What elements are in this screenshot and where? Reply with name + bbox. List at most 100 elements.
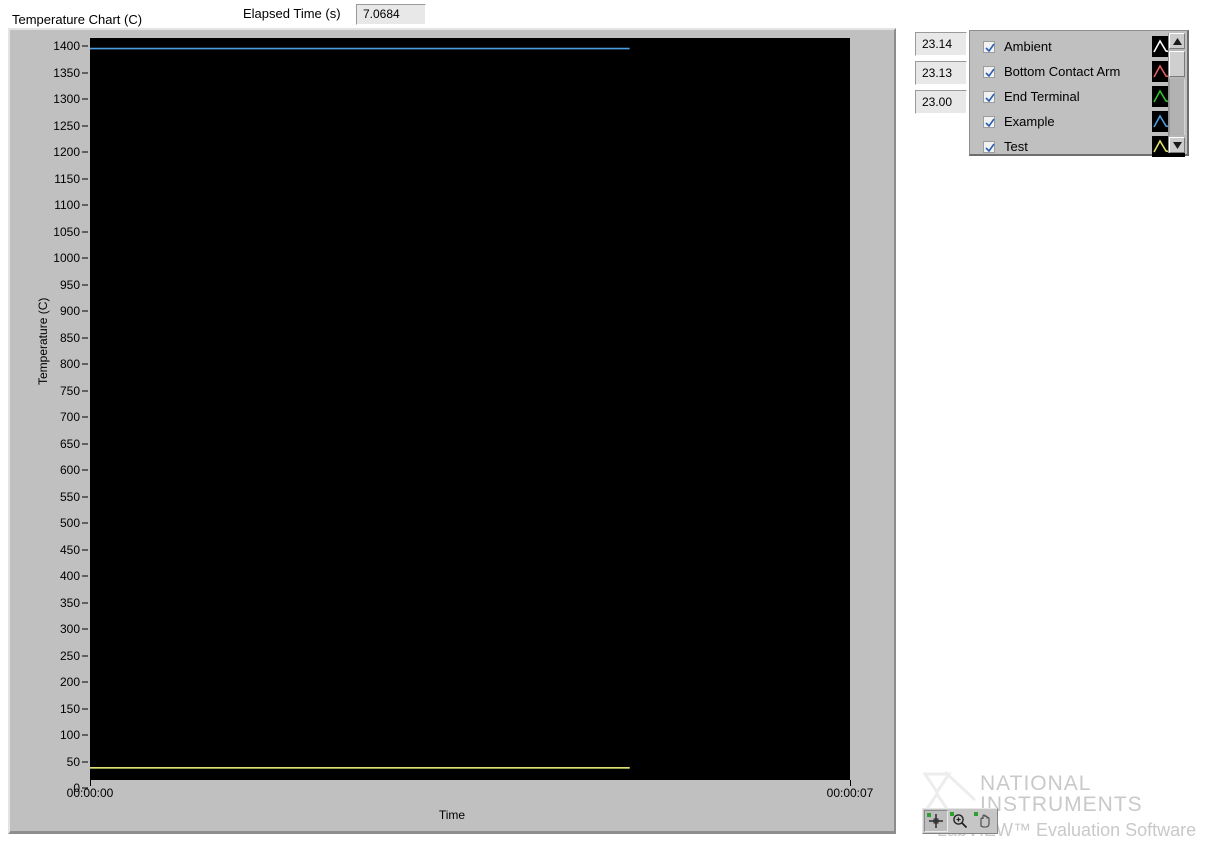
legend-scrollbar[interactable] [1168, 33, 1185, 153]
y-axis-tick-label: 1350 [53, 65, 80, 80]
watermark-line-2: INSTRUMENTS [980, 793, 1143, 816]
check-icon [985, 93, 995, 102]
y-axis-tick-mark [82, 761, 88, 762]
check-icon [985, 43, 995, 52]
y-axis-title: Temperature (C) [36, 297, 50, 385]
y-axis-tick-mark [82, 45, 88, 47]
plot-legend[interactable]: Ambient Bottom Contact Arm End Terminal Exa… [969, 30, 1189, 159]
y-axis-tick-mark [82, 337, 88, 338]
legend-item-ambient[interactable]: Ambient [973, 34, 1187, 59]
legend-visibility-checkbox[interactable] [983, 65, 995, 78]
x-axis-title: Time [438, 808, 466, 822]
x-axis-tick-mark [90, 780, 91, 786]
elapsed-time-label: Elapsed Time (s) [243, 6, 341, 21]
check-icon [985, 68, 995, 77]
y-axis-tick-label: 1250 [53, 118, 80, 133]
indicator-1[interactable]: 23.14 [915, 32, 967, 56]
y-axis-tick-mark [82, 363, 88, 365]
y-axis-tick-label: 800 [59, 357, 80, 371]
y-axis-tick-mark [82, 284, 88, 285]
check-icon [985, 118, 995, 127]
y-axis-tick-label: 150 [59, 701, 80, 716]
legend-item-label: Example [1004, 114, 1055, 129]
plot-canvas[interactable] [90, 38, 850, 780]
y-axis-tick-label: 300 [59, 622, 80, 636]
y-axis-tick-mark [82, 257, 88, 259]
y-axis-tick-label: 1100 [54, 198, 80, 212]
y-axis-tick-label: 450 [59, 542, 80, 557]
panel-divider [10, 831, 894, 832]
indicator-2[interactable]: 23.13 [915, 61, 967, 85]
y-axis-tick-mark [82, 443, 88, 444]
magnifier-icon [953, 814, 968, 829]
y-axis-tick-label: 950 [59, 277, 80, 292]
y-axis-tick-mark [82, 231, 88, 232]
y-axis-tick-mark [82, 734, 88, 736]
y-axis-tick-label: 600 [59, 463, 80, 477]
y-axis-tick-mark [82, 681, 88, 683]
y-axis-tick-label: 1400 [53, 39, 80, 53]
y-axis-tick-mark [82, 310, 88, 312]
temperature-chart[interactable]: 1400 1350 1300 1250 1200 1150 1100 1050 1000 950 9… [8, 28, 896, 834]
y-axis-tick-label: 200 [59, 675, 80, 689]
tool-active-dot [974, 812, 978, 816]
legend-visibility-checkbox[interactable] [983, 40, 995, 53]
y-axis-tick-mark [82, 708, 88, 709]
scroll-down-button[interactable] [1169, 137, 1185, 153]
watermark-line-1: NATIONAL [980, 772, 1092, 795]
y-axis-tick-mark [82, 98, 88, 100]
y-axis-tick-mark [82, 496, 88, 497]
y-axis-tick-mark [82, 151, 88, 153]
y-axis-tick-label: 1050 [53, 224, 80, 239]
x-axis-tick-mark [850, 780, 851, 786]
legend-item-label: Bottom Contact Arm [1004, 64, 1121, 79]
y-axis-tick-label: 700 [59, 410, 80, 424]
y-axis-tick-mark [82, 575, 88, 577]
legend-visibility-checkbox[interactable] [983, 90, 995, 103]
elapsed-time-indicator[interactable]: 7.0684 [356, 4, 426, 25]
y-axis-tick-mark [82, 416, 88, 418]
y-axis-tick-mark [82, 204, 88, 206]
y-axis-tick-mark [82, 72, 88, 73]
labview-front-panel: Temperature Chart (C) Elapsed Time (s) 7… [0, 0, 1214, 846]
y-axis-tick-mark [82, 628, 88, 630]
y-axis-tick-label: 50 [66, 754, 80, 769]
y-axis-tick-label: 900 [59, 304, 80, 318]
graph-palette[interactable] [922, 808, 998, 834]
national-instruments-watermark: NATIONAL INSTRUMENTS LabVIEW™ Evaluation… [915, 766, 1214, 846]
plot-traces [90, 47, 630, 769]
legend-item-bottom-contact-arm[interactable]: Bottom Contact Arm [973, 59, 1187, 84]
y-axis-tick-label: 250 [59, 648, 80, 663]
y-axis-tick-mark [82, 655, 88, 656]
y-axis-tick-label: 1200 [53, 145, 80, 159]
y-axis-tick-label: 850 [59, 330, 80, 345]
legend-item-label: Ambient [1004, 39, 1052, 54]
y-axis-tick-label: 350 [59, 595, 80, 610]
y-axis[interactable]: 1400 1350 1300 1250 1200 1150 1100 1050 1000 950 9… [10, 38, 90, 794]
y-axis-tick-label: 550 [59, 489, 80, 504]
page-title: Temperature Chart (C) [12, 12, 143, 27]
scrollbar-thumb[interactable] [1169, 51, 1185, 77]
legend-rows: Ambient Bottom Contact Arm End Terminal Exa… [973, 34, 1187, 159]
legend-item-example[interactable]: Example [973, 109, 1187, 134]
hand-icon [980, 814, 990, 828]
cursor-crosshair-tool[interactable] [924, 810, 948, 832]
y-axis-tick-label: 1300 [53, 92, 80, 106]
pan-hand-tool[interactable] [972, 810, 996, 832]
y-axis-tick-label: 650 [59, 436, 80, 451]
scroll-up-button[interactable] [1169, 33, 1185, 49]
scrollbar-track[interactable] [1169, 79, 1185, 135]
legend-visibility-checkbox[interactable] [983, 115, 995, 128]
y-axis-tick-label: 500 [59, 516, 80, 530]
y-axis-tick-mark [82, 178, 88, 179]
legend-visibility-checkbox[interactable] [983, 140, 995, 153]
indicator-3[interactable]: 23.00 [915, 90, 967, 114]
legend-item-end-terminal[interactable]: End Terminal [973, 84, 1187, 109]
x-axis-tick-label: 00:00:07 [826, 786, 874, 800]
zoom-magnifier-tool[interactable] [948, 810, 972, 832]
check-icon [985, 143, 995, 152]
x-axis-tick-label: 00:00:00 [66, 786, 114, 800]
legend-item-test[interactable]: Test [973, 134, 1187, 159]
y-axis-tick-label: 100 [59, 728, 80, 742]
legend-item-label: End Terminal [1004, 89, 1080, 104]
